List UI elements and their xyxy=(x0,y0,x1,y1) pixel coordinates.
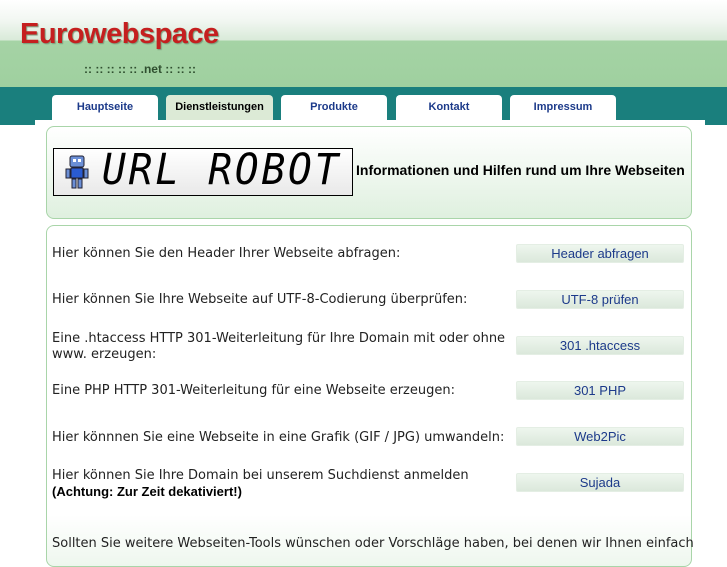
service-text-sujada: Hier können Sie Ihre Domain bei unserem … xyxy=(52,468,522,500)
web2pic-button[interactable]: Web2Pic xyxy=(516,427,684,446)
tab-dienstleistungen[interactable]: Dienstleistungen xyxy=(166,95,273,120)
tab-kontakt[interactable]: Kontakt xyxy=(396,95,502,120)
service-text-header: Hier können Sie den Header Ihrer Webseit… xyxy=(52,246,401,261)
sujada-button[interactable]: Sujada xyxy=(516,473,684,492)
banner-tagline: Informationen und Hilfen rund um Ihre We… xyxy=(356,162,685,178)
site-logo[interactable]: Eurowebspace xyxy=(20,18,219,51)
banner-title: URL ROBOT xyxy=(102,145,342,195)
service-text-utf8: Hier können Sie Ihre Webseite auf UTF-8-… xyxy=(52,292,468,307)
htaccess-301-button[interactable]: 301 .htaccess xyxy=(516,336,684,355)
robot-icon xyxy=(65,155,89,189)
utf8-pruefen-button[interactable]: UTF-8 prüfen xyxy=(516,290,684,309)
header-abfragen-button[interactable]: Header abfragen xyxy=(516,244,684,263)
tab-hauptseite[interactable]: Hauptseite xyxy=(52,95,158,120)
service-sujada-note: (Achtung: Zur Zeit dekativiert!) xyxy=(52,484,242,499)
tab-produkte[interactable]: Produkte xyxy=(281,95,387,120)
footer-text: Sollten Sie weitere Webseiten-Tools wüns… xyxy=(52,536,694,551)
service-text-web2pic: Hier könnnen Sie eine Webseite in eine G… xyxy=(52,430,505,445)
php-301-button[interactable]: 301 PHP xyxy=(516,381,684,400)
service-text-htaccess: Eine .htaccess HTTP 301-Weiterleitung fü… xyxy=(52,331,506,362)
site-subline: :: :: :: :: :: .net :: :: :: xyxy=(84,62,196,76)
tab-impressum[interactable]: Impressum xyxy=(510,95,616,120)
service-text-php: Eine PHP HTTP 301-Weiterleitung für eine… xyxy=(52,383,455,398)
service-sujada-label: Hier können Sie Ihre Domain bei unserem … xyxy=(52,468,469,483)
